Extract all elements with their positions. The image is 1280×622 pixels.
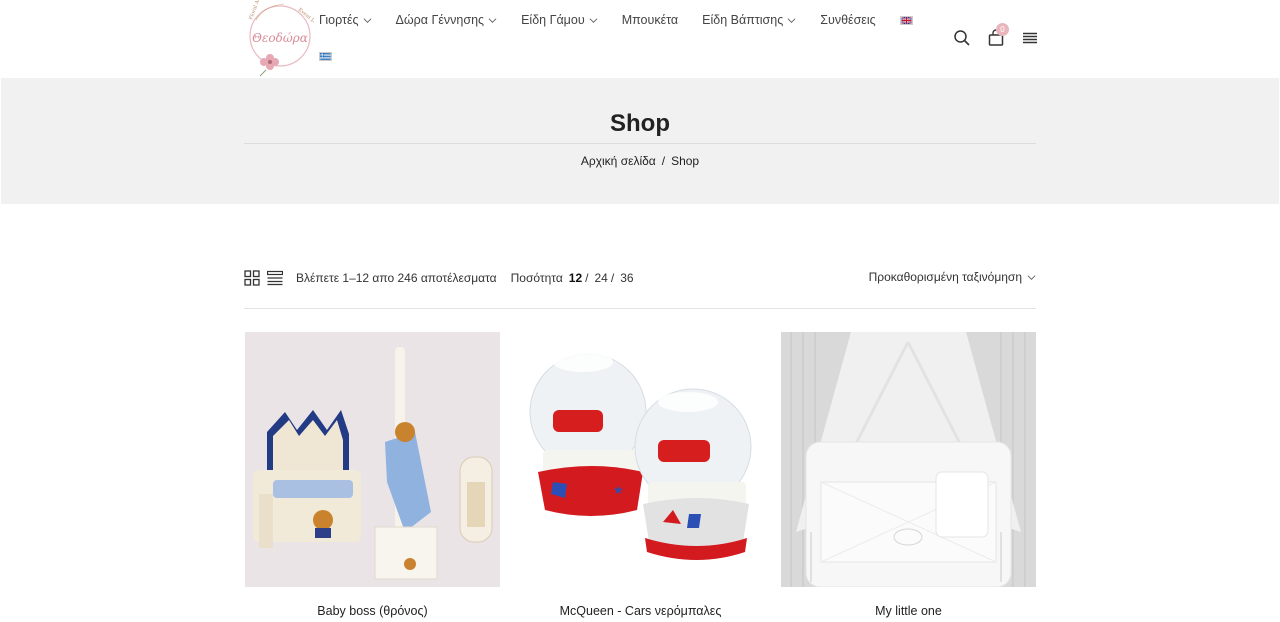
- product-card: My little one: [781, 332, 1036, 618]
- nav-item-label: Συνθέσεις: [820, 13, 876, 27]
- grid-view-icon[interactable]: [244, 270, 260, 286]
- quantity-separator: /: [610, 271, 615, 285]
- nav-item-label: Είδη Γάμου: [521, 13, 585, 27]
- product-image[interactable]: [245, 332, 500, 587]
- quantity-option-36[interactable]: 36: [620, 271, 633, 285]
- breadcrumb-home-link[interactable]: Αρχική σελίδα: [581, 154, 656, 168]
- breadcrumb-current: Shop: [671, 154, 700, 168]
- shop-toolbar: Βλέπετε 1–12 απο 246 αποτέλεσματα Ποσότη…: [244, 268, 1036, 288]
- site-logo[interactable]: Θεοδώρα Floral Art Event Design: [244, 0, 327, 78]
- quantity-separator: /: [585, 271, 589, 285]
- chevron-down-icon: [787, 17, 796, 23]
- cart-count-badge: 0: [996, 23, 1009, 36]
- chevron-down-icon: [589, 17, 598, 23]
- svg-text:★: ★: [613, 483, 624, 497]
- page-title: Shop: [610, 110, 670, 137]
- product-title[interactable]: My little one: [781, 604, 1036, 618]
- title-divider: [244, 143, 1036, 144]
- svg-text:Θεοδώρα: Θεοδώρα: [252, 31, 308, 45]
- language-en[interactable]: [899, 10, 913, 30]
- sort-dropdown-label: Προκαθορισμένη ταξινόμηση: [868, 270, 1022, 284]
- search-button[interactable]: [952, 28, 972, 48]
- product-card: Baby boss (θρόνος): [245, 332, 500, 618]
- quantity-label: Ποσότητα: [510, 271, 563, 285]
- gr-flag-icon: [319, 52, 332, 61]
- cart-button[interactable]: 0: [986, 23, 1009, 48]
- nav-item-label: Γιορτές: [319, 13, 359, 27]
- nav-item-dora-gennisis[interactable]: Δώρα Γέννησης: [396, 10, 498, 30]
- svg-text:Floral Art: Floral Art: [248, 0, 262, 21]
- breadcrumb-separator: /: [661, 154, 666, 168]
- chevron-down-icon: [363, 17, 371, 23]
- toolbar-divider: [244, 308, 1036, 309]
- chevron-down-icon: [1027, 274, 1036, 280]
- header-actions: 0: [952, 23, 1054, 48]
- nav-item-giortes[interactable]: Γιορτές: [319, 10, 372, 30]
- menu-icon: [1023, 32, 1037, 44]
- language-gr[interactable]: [319, 52, 332, 61]
- nav-item-mpouketa[interactable]: Μπουκέτα: [622, 10, 678, 30]
- breadcrumb: Αρχική σελίδα / Shop: [244, 154, 1036, 168]
- menu-button[interactable]: [1020, 28, 1040, 48]
- nav-item-label: Είδη Βάπτισης: [702, 13, 784, 27]
- en-flag-icon: [899, 15, 913, 25]
- product-title[interactable]: McQueen - Cars νερόμπαλες: [513, 604, 768, 618]
- nav-item-label: Δώρα Γέννησης: [395, 13, 485, 27]
- site-header: Θεοδώρα Floral Art Event Design Γιορτές …: [0, 0, 1280, 78]
- product-title[interactable]: Baby boss (θρόνος): [245, 604, 500, 618]
- nav-item-syntheseis[interactable]: Συνθέσεις: [820, 10, 875, 30]
- search-icon: [954, 30, 970, 46]
- quantity-option-24[interactable]: 24: [594, 271, 607, 285]
- results-count: Βλέπετε 1–12 απο 246 αποτέλεσματα: [296, 271, 497, 285]
- list-view-icon[interactable]: [267, 270, 283, 286]
- nav-item-label: Μπουκέτα: [621, 13, 679, 27]
- product-image[interactable]: [781, 332, 1036, 587]
- nav-item-eidi-vaptisis[interactable]: Είδη Βάπτισης: [702, 10, 796, 30]
- chevron-down-icon: [488, 17, 497, 23]
- product-image[interactable]: ★: [513, 332, 768, 587]
- quantity-option-12[interactable]: 12: [569, 271, 582, 285]
- product-card: ★ McQueen - Cars νερόμπαλες: [513, 332, 768, 618]
- sort-dropdown[interactable]: Προκαθορισμένη ταξινόμηση: [869, 270, 1036, 284]
- page-title-band: [1, 78, 1279, 204]
- nav-item-eidi-gamou[interactable]: Είδη Γάμου: [521, 10, 598, 30]
- main-nav: Γιορτές Δώρα Γέννησης Είδη Γάμου Μπουκέτ…: [319, 10, 937, 30]
